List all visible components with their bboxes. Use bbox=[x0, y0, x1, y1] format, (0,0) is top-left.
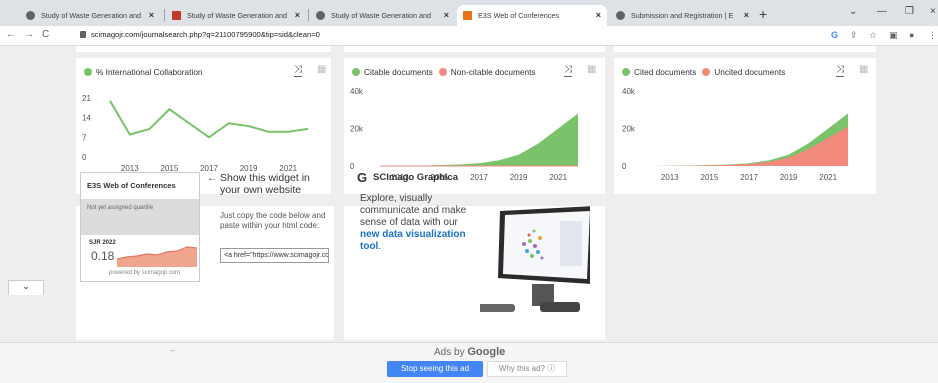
graphica-title: SCImago Graphica bbox=[373, 172, 458, 183]
graphica-text: Explore, visually communicate and make s… bbox=[360, 193, 467, 228]
tab-title: E3S Web of Conferences bbox=[478, 11, 559, 20]
x-tick-label: 2021 bbox=[819, 173, 837, 182]
graphica-logo-icon: G bbox=[357, 170, 368, 185]
globe-icon bbox=[616, 11, 625, 20]
sjr-widget[interactable]: E3S Web of Conferences Not yet assigned … bbox=[80, 172, 200, 282]
monitor-illustration bbox=[480, 206, 590, 312]
tab-title: Study of Waste Generation and bbox=[331, 11, 432, 20]
y-tick-label: 40k bbox=[350, 87, 364, 96]
browser-tab-2[interactable]: Study of Waste Generation and × bbox=[166, 5, 306, 26]
lock-icon bbox=[80, 31, 86, 38]
reload-icon[interactable]: C bbox=[42, 29, 49, 40]
widget-sjr-value: 0.18 bbox=[91, 249, 115, 263]
forward-icon[interactable]: → bbox=[24, 29, 34, 40]
card-edge bbox=[76, 46, 331, 52]
close-icon[interactable]: × bbox=[744, 10, 749, 20]
widget-copy-text: Just copy the code below and paste withi… bbox=[220, 211, 326, 230]
y-tick-label: 20k bbox=[350, 125, 364, 134]
y-tick-label: 14 bbox=[82, 114, 91, 123]
x-tick-label: 2021 bbox=[549, 173, 567, 182]
y-tick-label: 40k bbox=[622, 87, 636, 96]
side-panel-icon[interactable]: ▣ bbox=[889, 30, 898, 41]
tab-search-icon[interactable]: ⌄ bbox=[849, 6, 857, 17]
cited-chart-svg: 40k 20k 0 2013 2015 2017 2019 2021 bbox=[622, 87, 848, 182]
collapse-ad-button[interactable]: ⌄ bbox=[8, 280, 44, 295]
browser-tab-5[interactable]: Submission and Registration | E × bbox=[610, 5, 755, 26]
tab-title: Study of Waste Generation and bbox=[187, 11, 288, 20]
profile-icon[interactable]: ● bbox=[909, 30, 914, 40]
browser-tab-active[interactable]: E3S Web of Conferences × bbox=[457, 5, 607, 26]
close-icon[interactable]: × bbox=[295, 10, 300, 20]
google-label: Google bbox=[467, 346, 506, 358]
collaboration-series-line bbox=[109, 100, 309, 139]
uncited-documents-area bbox=[650, 126, 848, 166]
ad-bar: ← Ads by Google Stop seeing this ad Why … bbox=[0, 342, 938, 383]
ad-back-arrow-icon[interactable]: ← bbox=[169, 345, 177, 354]
card-edge bbox=[614, 46, 876, 52]
browser-tab-1[interactable]: Study of Waste Generation and × bbox=[20, 5, 160, 26]
share-icon[interactable]: ⇪ bbox=[850, 30, 858, 41]
widget-show-text: Show this widget in your own website bbox=[220, 172, 310, 196]
back-icon[interactable]: ← bbox=[6, 29, 16, 40]
card-edge bbox=[344, 46, 605, 52]
close-icon[interactable]: × bbox=[149, 10, 154, 20]
x-tick-label: 2017 bbox=[470, 173, 488, 182]
globe-icon bbox=[316, 11, 325, 20]
widget-quartile: Not yet assigned quartile bbox=[87, 205, 154, 211]
tab-title: Study of Waste Generation and bbox=[41, 11, 142, 20]
widget-code-field[interactable]: <a href="https://www.scimagojr.com/journ… bbox=[220, 248, 329, 263]
tab-title: Submission and Registration | E bbox=[631, 11, 734, 20]
y-tick-label: 21 bbox=[82, 94, 91, 103]
e3s-favicon-icon bbox=[463, 11, 472, 20]
chevron-down-icon: ⌄ bbox=[22, 281, 30, 291]
y-tick-label: 7 bbox=[82, 133, 87, 142]
globe-icon bbox=[26, 11, 35, 20]
graphica-description: Explore, visually communicate and make s… bbox=[360, 193, 480, 253]
widget-sjr-label: SJR 2022 bbox=[89, 240, 116, 246]
maximize-icon[interactable]: ❐ bbox=[905, 6, 914, 17]
why-this-ad-button[interactable]: Why this ad? ⓘ bbox=[487, 361, 567, 377]
widget-sparkline bbox=[117, 246, 197, 267]
address-bar: ← → C scimagojr.com/journalsearch.php?q=… bbox=[0, 26, 938, 46]
x-tick-label: 2019 bbox=[510, 173, 528, 182]
google-lens-icon[interactable]: G bbox=[831, 30, 838, 40]
bookmark-star-icon[interactable]: ☆ bbox=[869, 30, 877, 41]
menu-icon[interactable]: ⋮ bbox=[928, 30, 937, 41]
tab-divider bbox=[164, 9, 165, 21]
close-icon[interactable]: × bbox=[444, 10, 449, 20]
ads-by-google: Ads by Google bbox=[434, 346, 505, 358]
citable-documents-area bbox=[380, 113, 578, 166]
window-close-icon[interactable]: × bbox=[930, 6, 936, 17]
y-tick-label: 0 bbox=[622, 162, 627, 171]
widget-title: E3S Web of Conferences bbox=[87, 181, 176, 190]
y-tick-label: 20k bbox=[622, 125, 636, 134]
tab-divider bbox=[308, 9, 309, 21]
x-tick-label: 2015 bbox=[701, 173, 719, 182]
browser-tab-3[interactable]: Study of Waste Generation and × bbox=[310, 5, 455, 26]
widget-powered-by: powered by scimagojr.com bbox=[109, 270, 181, 276]
close-icon[interactable]: × bbox=[596, 10, 601, 20]
x-tick-label: 2017 bbox=[200, 164, 218, 173]
x-tick-label: 2017 bbox=[740, 173, 758, 182]
url-field[interactable]: scimagojr.com/journalsearch.php?q=211007… bbox=[91, 30, 320, 39]
stop-seeing-ad-button[interactable]: Stop seeing this ad bbox=[387, 361, 483, 377]
new-tab-button[interactable]: + bbox=[759, 6, 767, 22]
cited-documents-card: Cited documents Uncited documents ⤨ ▦ 40… bbox=[614, 58, 876, 194]
site-favicon-icon bbox=[172, 11, 181, 20]
y-tick-label: 0 bbox=[350, 162, 355, 171]
graphica-period: . bbox=[378, 241, 382, 252]
browser-tab-bar: Study of Waste Generation and × Study of… bbox=[0, 0, 938, 26]
ads-by-label: Ads by bbox=[434, 347, 465, 358]
arrow-left-icon: ← bbox=[207, 173, 217, 184]
x-tick-label: 2019 bbox=[780, 173, 798, 182]
graphica-link[interactable]: new data visualization tool bbox=[360, 229, 466, 252]
minimize-icon[interactable]: — bbox=[877, 6, 887, 17]
y-tick-label: 0 bbox=[82, 153, 87, 162]
x-tick-label: 2013 bbox=[661, 173, 679, 182]
